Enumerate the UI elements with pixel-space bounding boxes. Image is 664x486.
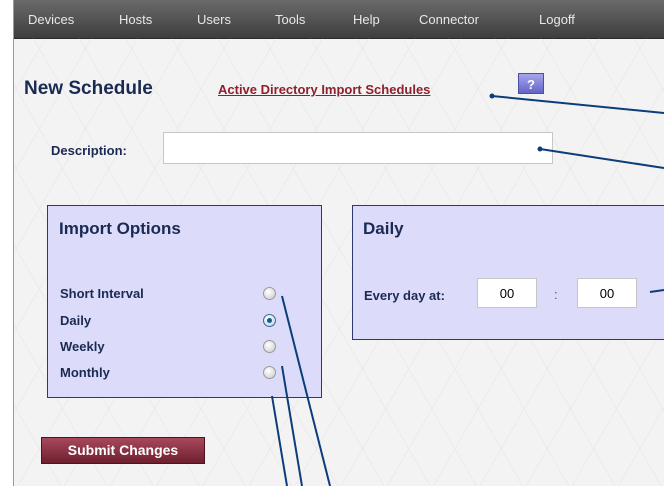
minute-input[interactable]	[577, 278, 637, 308]
ad-import-schedules-link[interactable]: Active Directory Import Schedules	[218, 82, 430, 97]
every-day-at-label: Every day at:	[364, 288, 445, 303]
nav-tools[interactable]: Tools	[275, 12, 305, 27]
page-title: New Schedule	[24, 78, 153, 99]
time-separator: :	[554, 287, 558, 302]
description-input[interactable]	[163, 132, 553, 164]
nav-users[interactable]: Users	[197, 12, 231, 27]
nav-help[interactable]: Help	[353, 12, 380, 27]
daily-panel: Daily Every day at: :	[352, 205, 664, 340]
submit-changes-button[interactable]: Submit Changes	[41, 437, 205, 464]
help-button[interactable]: ?	[518, 73, 544, 94]
radio-monthly[interactable]	[263, 366, 276, 379]
description-label: Description:	[51, 143, 127, 158]
radio-daily[interactable]	[263, 314, 276, 327]
nav-devices[interactable]: Devices	[28, 12, 74, 27]
option-label-daily: Daily	[60, 313, 92, 328]
option-label-weekly: Weekly	[60, 339, 105, 354]
import-options-title: Import Options	[59, 219, 181, 238]
daily-title: Daily	[363, 219, 404, 238]
import-options-panel: Import Options Short Interval Daily Week…	[47, 205, 322, 398]
option-label-monthly: Monthly	[60, 365, 110, 380]
radio-weekly[interactable]	[263, 340, 276, 353]
option-label-short-interval: Short Interval	[60, 286, 144, 301]
nav-hosts[interactable]: Hosts	[119, 12, 152, 27]
hour-input[interactable]	[477, 278, 537, 308]
nav-connector[interactable]: Connector	[419, 12, 479, 27]
top-nav-bar: Devices Hosts Users Tools Help Connector…	[14, 0, 664, 39]
nav-logoff[interactable]: Logoff	[539, 12, 575, 27]
radio-short-interval[interactable]	[263, 287, 276, 300]
